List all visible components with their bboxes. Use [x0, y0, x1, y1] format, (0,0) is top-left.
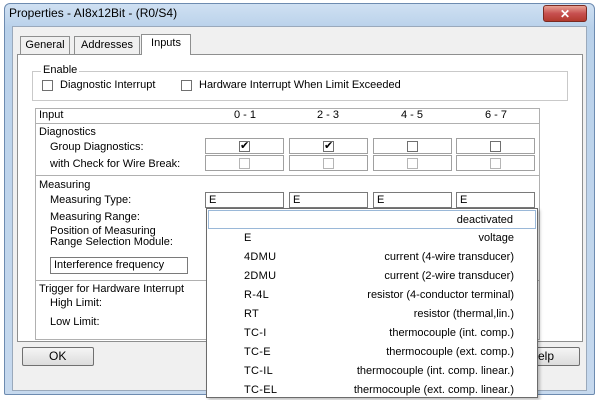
- measuring-label: Measuring: [39, 179, 91, 191]
- group-diagnostics-checkbox-0[interactable]: ✔: [239, 141, 250, 152]
- measuring-range-label: Measuring Range:: [50, 211, 140, 223]
- option-desc: thermocouple (int. comp.): [389, 327, 514, 339]
- hardware-interrupt-checkbox[interactable]: [181, 80, 192, 91]
- measuring-type-field-1[interactable]: E: [289, 192, 368, 208]
- option-key: TC-IL: [244, 365, 273, 377]
- dropdown-option[interactable]: R-4L resistor (4-conductor terminal): [208, 286, 536, 305]
- option-key: 2DMU: [244, 270, 277, 282]
- tab-general[interactable]: General: [20, 36, 70, 54]
- measuring-type-field-0[interactable]: E: [205, 192, 284, 208]
- tab-addresses[interactable]: Addresses: [74, 36, 140, 54]
- wire-break-checkbox-0[interactable]: [239, 158, 250, 169]
- option-key: TC-EL: [244, 384, 278, 396]
- diagnostics-label: Diagnostics: [39, 126, 96, 138]
- group-diagnostics-checkbox-1[interactable]: ✔: [323, 141, 334, 152]
- close-button[interactable]: ✕: [543, 5, 587, 22]
- option-key: RT: [244, 308, 260, 320]
- wire-break-label: with Check for Wire Break:: [50, 158, 181, 170]
- wire-break-checkbox-3[interactable]: [490, 158, 501, 169]
- dropdown-option[interactable]: 2DMU current (2-wire transducer): [208, 267, 536, 286]
- ok-button[interactable]: OK: [22, 347, 94, 366]
- diagnostic-interrupt-label: Diagnostic Interrupt: [60, 79, 156, 91]
- trigger-label: Trigger for Hardware Interrupt: [39, 283, 185, 295]
- option-desc: voltage: [478, 232, 514, 244]
- low-limit-label: Low Limit:: [50, 316, 100, 328]
- window-title: Properties - AI8x12Bit - (R0/S4): [9, 6, 178, 20]
- grid-header-col-1: 2 - 3: [317, 109, 340, 121]
- group-diagnostics-checkbox-2[interactable]: [407, 141, 418, 152]
- grid-header-col-2: 4 - 5: [401, 109, 424, 121]
- diagnostic-interrupt-checkbox[interactable]: [42, 80, 53, 91]
- interference-frequency-field[interactable]: Interference frequency: [50, 257, 188, 274]
- grid-header-col-0: 0 - 1: [234, 109, 257, 121]
- dropdown-option[interactable]: TC-I thermocouple (int. comp.): [208, 324, 536, 343]
- option-desc: thermocouple (ext. comp.): [386, 346, 514, 358]
- option-desc: current (4-wire transducer): [384, 251, 514, 263]
- section-divider: [35, 175, 540, 176]
- hardware-interrupt-label: Hardware Interrupt When Limit Exceeded: [199, 79, 401, 91]
- grid-header-row: [35, 108, 540, 124]
- dropdown-option[interactable]: TC-EL thermocouple (ext. comp. linear.): [208, 381, 536, 400]
- wire-break-checkbox-1[interactable]: [323, 158, 334, 169]
- option-desc: resistor (4-conductor terminal): [367, 289, 514, 301]
- group-diagnostics-label: Group Diagnostics:: [50, 141, 144, 153]
- enable-label: Enable: [41, 64, 80, 76]
- dropdown-option[interactable]: deactivated: [208, 210, 536, 229]
- option-desc: thermocouple (int. comp. linear.): [356, 365, 514, 377]
- tab-inputs[interactable]: Inputs: [141, 34, 191, 55]
- wire-break-checkbox-2[interactable]: [407, 158, 418, 169]
- option-key: TC-I: [244, 327, 267, 339]
- dropdown-option[interactable]: TC-E thermocouple (ext. comp.): [208, 343, 536, 362]
- option-desc: current (2-wire transducer): [384, 270, 514, 282]
- grid-header-col-3: 6 - 7: [485, 109, 508, 121]
- group-diagnostics-checkbox-3[interactable]: [490, 141, 501, 152]
- high-limit-label: High Limit:: [50, 297, 102, 309]
- dropdown-option[interactable]: 4DMU current (4-wire transducer): [208, 248, 536, 267]
- grid-header-input: Input: [39, 109, 64, 121]
- measuring-type-dropdown: deactivated Evoltage 4DMU current (4-wire…: [206, 208, 538, 398]
- dropdown-option[interactable]: RT resistor (thermal,lin.): [208, 305, 536, 324]
- option-key: E: [244, 232, 252, 244]
- measuring-type-field-2[interactable]: E: [373, 192, 452, 208]
- position-label-line2: Range Selection Module:: [50, 236, 173, 248]
- option-desc: thermocouple (ext. comp. linear.): [353, 384, 514, 396]
- dropdown-option[interactable]: Evoltage: [208, 229, 536, 248]
- option-key: R-4L: [244, 289, 270, 301]
- option-desc: deactivated: [456, 214, 513, 226]
- measuring-type-field-3[interactable]: E: [456, 192, 535, 208]
- option-key: TC-E: [244, 346, 271, 358]
- measuring-type-label: Measuring Type:: [50, 194, 132, 206]
- option-desc: resistor (thermal,lin.): [413, 308, 514, 320]
- dropdown-option[interactable]: TC-IL thermocouple (int. comp. linear.): [208, 362, 536, 381]
- option-key: 4DMU: [244, 251, 277, 263]
